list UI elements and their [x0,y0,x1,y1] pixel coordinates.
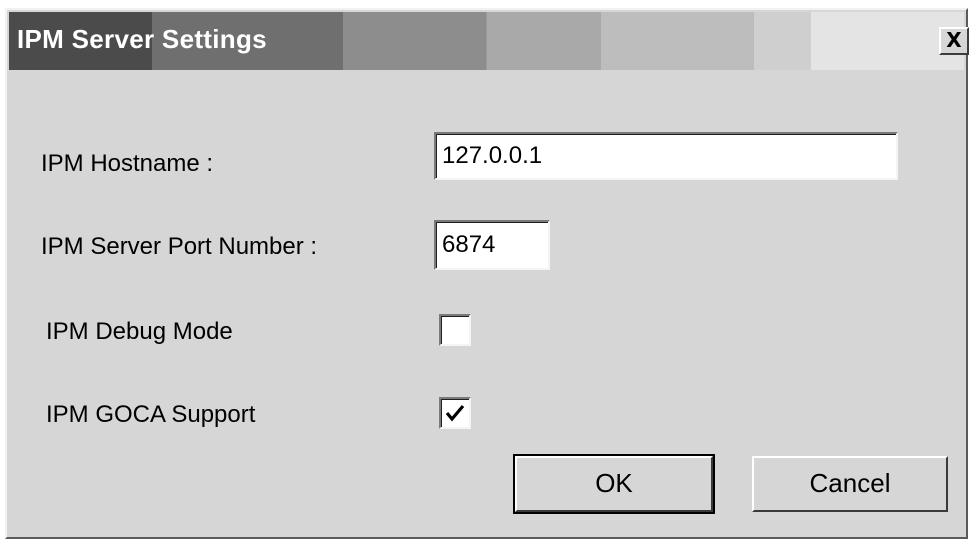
checkmark-icon [445,404,465,422]
hostname-input[interactable] [434,132,898,180]
hostname-label: IPM Hostname : [41,150,214,177]
debug-mode-label: IPM Debug Mode [46,318,233,345]
close-icon: X [946,28,962,52]
ipm-server-settings-dialog: IPM Server Settings X IPM Hostname : IPM… [5,8,969,539]
debug-mode-checkbox[interactable] [439,314,471,346]
window-title: IPM Server Settings [17,24,267,54]
close-button[interactable]: X [939,27,969,55]
ok-button[interactable]: OK [513,454,715,514]
title-bar[interactable]: IPM Server Settings X [9,12,969,70]
port-input[interactable] [434,220,550,270]
port-label: IPM Server Port Number : [41,233,318,260]
goca-support-label: IPM GOCA Support [46,401,256,428]
goca-support-checkbox[interactable] [439,397,471,429]
cancel-button[interactable]: Cancel [752,456,948,512]
